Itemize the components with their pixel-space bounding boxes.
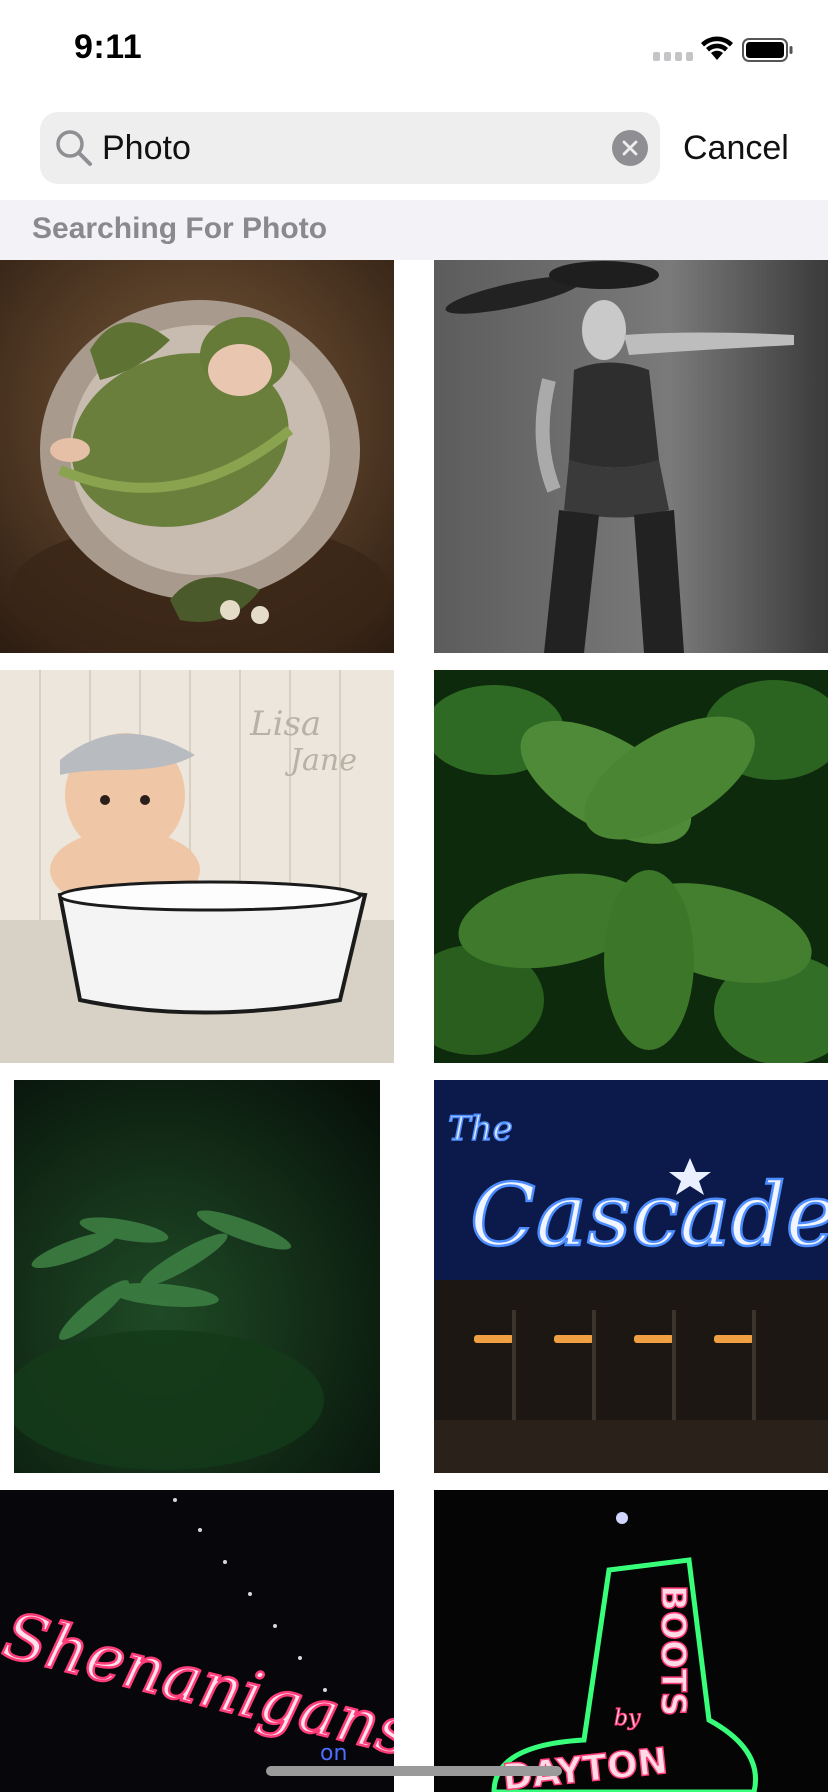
section-header-title: Searching For Photo (32, 212, 328, 245)
status-time: 9:11 (74, 28, 143, 66)
cancel-button[interactable]: Cancel (683, 124, 789, 172)
clear-icon (622, 140, 638, 156)
photo-tile-leaves[interactable] (434, 670, 828, 1063)
status-bar: 9:11 (0, 0, 828, 100)
svg-text:Lisa: Lisa (249, 704, 321, 744)
photo-tile-boots-sign[interactable]: BOOTS by DAYTON (434, 1490, 828, 1792)
svg-text:BOOTS: BOOTS (653, 1585, 693, 1716)
photo-tile-toddler-tub[interactable]: Lisa Jane (0, 670, 394, 1063)
battery-icon (742, 38, 793, 62)
search-field[interactable] (40, 112, 660, 184)
svg-text:The: The (448, 1109, 513, 1149)
wifi-icon (701, 36, 733, 60)
search-input[interactable] (102, 124, 572, 172)
clear-search-button[interactable] (612, 130, 648, 166)
photo-tile-shenanigans-sign[interactable]: Shenanigans.... on (0, 1490, 394, 1792)
photo-tile-cascade-sign[interactable]: The Cascade (434, 1080, 828, 1473)
svg-text:by: by (614, 1706, 641, 1731)
home-indicator[interactable] (266, 1766, 562, 1776)
svg-text:on: on (320, 1741, 347, 1766)
cellular-signal-icon (653, 52, 693, 61)
photo-tile-newborn[interactable] (0, 260, 394, 653)
photo-tile-blurred-leaves[interactable] (14, 1080, 380, 1473)
photo-tile-grayscale-figure[interactable] (434, 260, 828, 653)
magnifying-glass-icon (56, 130, 92, 166)
svg-text:Jane: Jane (284, 743, 357, 778)
section-header: Searching For Photo (0, 200, 828, 260)
svg-text:Cascade: Cascade (470, 1166, 828, 1266)
